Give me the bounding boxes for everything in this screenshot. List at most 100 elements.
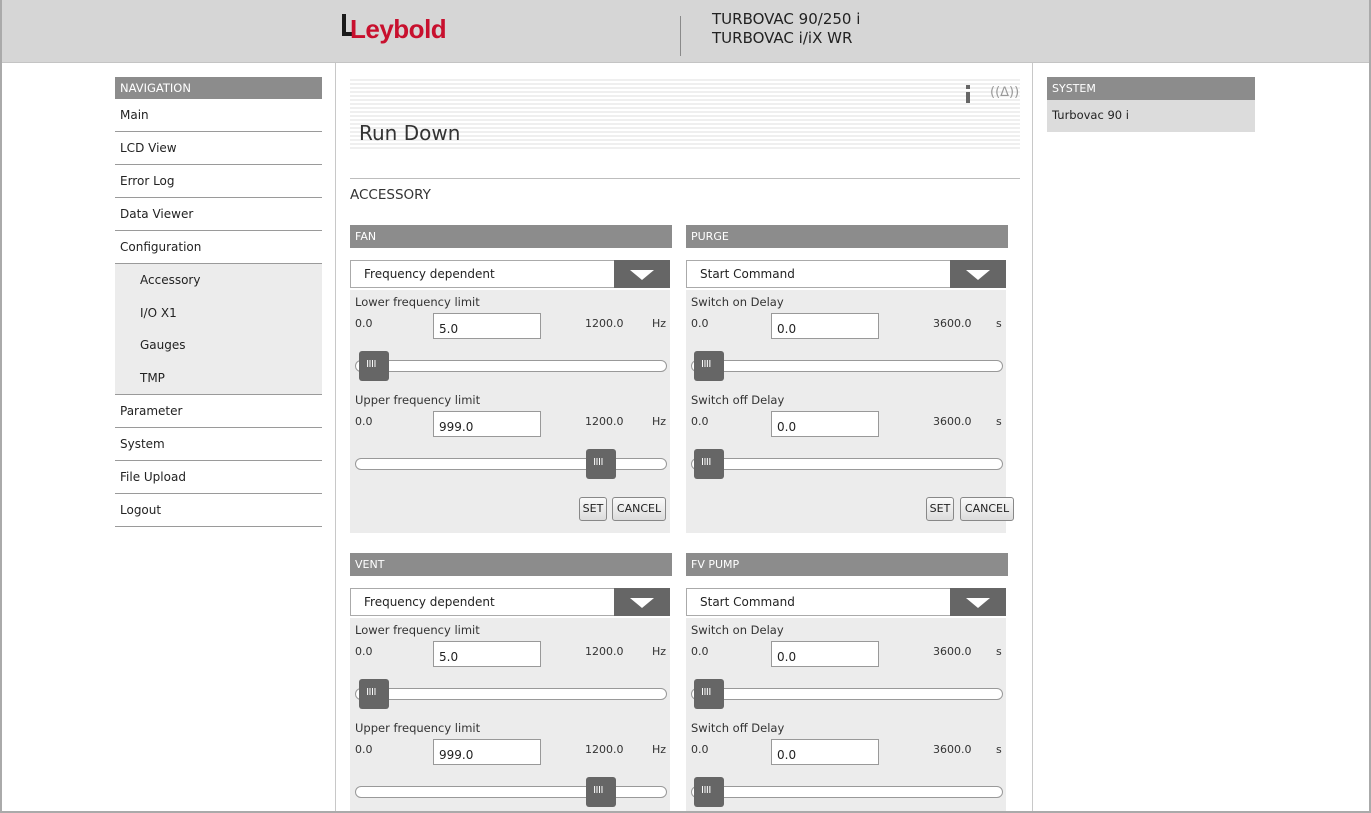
purge-off-delay-slider[interactable] bbox=[691, 449, 1003, 479]
configuration-submenu: Accessory I/O X1 Gauges TMP bbox=[115, 264, 322, 395]
fv-pump-panel-heading: FV PUMP bbox=[686, 553, 1008, 576]
nav-item-logout[interactable]: Logout bbox=[115, 494, 322, 527]
purge-off-delay-min: 0.0 bbox=[691, 415, 709, 428]
nav-item-parameter[interactable]: Parameter bbox=[115, 395, 322, 428]
nav-subitem-accessory[interactable]: Accessory bbox=[115, 264, 322, 297]
title-banner: ((ᐃ)) Run Down bbox=[350, 77, 1020, 151]
nav-item-system[interactable]: System bbox=[115, 428, 322, 461]
product-line-1: TURBOVAC 90/250 i bbox=[712, 10, 861, 28]
nav-subitem-gauges[interactable]: Gauges bbox=[115, 329, 322, 362]
purge-mode-select[interactable]: Start Command bbox=[686, 260, 1006, 288]
nav-item-lcd-view[interactable]: LCD View bbox=[115, 132, 322, 165]
fv-pump-on-delay-unit: s bbox=[996, 645, 1002, 658]
vent-lower-max: 1200.0 bbox=[585, 645, 624, 658]
fan-cancel-button[interactable]: CANCEL bbox=[612, 497, 666, 521]
vent-lower-input[interactable]: 5.0 bbox=[433, 641, 541, 667]
purge-off-delay-slider-handle[interactable] bbox=[694, 449, 724, 479]
fv-pump-mode-select[interactable]: Start Command bbox=[686, 588, 1006, 616]
chevron-down-icon[interactable] bbox=[614, 260, 670, 288]
fan-upper-input[interactable]: 999.0 bbox=[433, 411, 541, 437]
info-icon-dot bbox=[966, 85, 970, 89]
purge-off-delay-input[interactable]: 0.0 bbox=[771, 411, 879, 437]
vent-lower-slider-handle[interactable] bbox=[359, 679, 390, 709]
vent-mode-select[interactable]: Frequency dependent bbox=[350, 588, 670, 616]
fan-panel: FAN Frequency dependent Lower frequency … bbox=[350, 225, 672, 535]
fan-lower-max: 1200.0 bbox=[585, 317, 624, 330]
vent-panel-body: Lower frequency limit 0.0 5.0 1200.0 Hz … bbox=[350, 618, 670, 811]
fv-pump-off-delay-min: 0.0 bbox=[691, 743, 709, 756]
fv-pump-on-delay-min: 0.0 bbox=[691, 645, 709, 658]
purge-on-delay-input[interactable]: 0.0 bbox=[771, 313, 879, 339]
fan-upper-min: 0.0 bbox=[355, 415, 373, 428]
purge-off-delay-unit: s bbox=[996, 415, 1002, 428]
vent-panel: VENT Frequency dependent Lower frequency… bbox=[350, 553, 672, 811]
fan-lower-slider[interactable] bbox=[355, 351, 667, 381]
page-title: Run Down bbox=[359, 121, 461, 145]
purge-set-button[interactable]: SET bbox=[926, 497, 954, 521]
fan-lower-min: 0.0 bbox=[355, 317, 373, 330]
fan-lower-input[interactable]: 5.0 bbox=[433, 313, 541, 339]
fan-upper-slider[interactable] bbox=[355, 449, 667, 479]
title-divider bbox=[350, 178, 1020, 179]
nav-item-error-log[interactable]: Error Log bbox=[115, 165, 322, 198]
main-content: ((ᐃ)) Run Down ACCESSORY FAN Frequency d… bbox=[350, 63, 1020, 811]
purge-on-delay-slider-handle[interactable] bbox=[694, 351, 724, 381]
fan-mode-select[interactable]: Frequency dependent bbox=[350, 260, 670, 288]
fan-upper-unit: Hz bbox=[652, 415, 667, 428]
vent-upper-slider-handle[interactable] bbox=[586, 777, 617, 807]
fan-upper-label: Upper frequency limit bbox=[355, 393, 481, 407]
fv-pump-off-delay-slider[interactable] bbox=[691, 777, 1003, 807]
right-column-divider bbox=[1032, 63, 1033, 811]
fv-pump-off-delay-max: 3600.0 bbox=[933, 743, 972, 756]
fan-upper-max: 1200.0 bbox=[585, 415, 624, 428]
purge-on-delay-unit: s bbox=[996, 317, 1002, 330]
header-bar: Leybold TURBOVAC 90/250 i TURBOVAC i/iX … bbox=[2, 0, 1369, 63]
fv-pump-on-delay-slider-handle[interactable] bbox=[694, 679, 724, 709]
fv-pump-on-delay-max: 3600.0 bbox=[933, 645, 972, 658]
chevron-down-icon[interactable] bbox=[950, 588, 1006, 616]
purge-on-delay-slider[interactable] bbox=[691, 351, 1003, 381]
vent-upper-max: 1200.0 bbox=[585, 743, 624, 756]
fan-lower-unit: Hz bbox=[652, 317, 667, 330]
fv-pump-on-delay-input[interactable]: 0.0 bbox=[771, 641, 879, 667]
fv-pump-on-delay-slider[interactable] bbox=[691, 679, 1003, 709]
fv-pump-panel-body: Switch on Delay 0.0 0.0 3600.0 s Switch … bbox=[686, 618, 1006, 811]
nav-item-main[interactable]: Main bbox=[115, 99, 322, 132]
header-divider bbox=[680, 16, 681, 56]
system-device-item[interactable]: Turbovac 90 i bbox=[1047, 100, 1255, 132]
fv-pump-off-delay-unit: s bbox=[996, 743, 1002, 756]
vent-upper-slider[interactable] bbox=[355, 777, 667, 807]
chevron-down-icon[interactable] bbox=[950, 260, 1006, 288]
info-icon[interactable] bbox=[963, 85, 973, 105]
vent-lower-unit: Hz bbox=[652, 645, 667, 658]
fv-pump-off-delay-slider-handle[interactable] bbox=[694, 777, 724, 807]
chevron-down-icon[interactable] bbox=[614, 588, 670, 616]
nav-item-configuration[interactable]: Configuration bbox=[115, 231, 322, 264]
product-name: TURBOVAC 90/250 i TURBOVAC i/iX WR bbox=[712, 10, 860, 48]
section-title: ACCESSORY bbox=[350, 187, 431, 203]
vent-upper-input[interactable]: 999.0 bbox=[433, 739, 541, 765]
nav-subitem-io-x1[interactable]: I/O X1 bbox=[115, 297, 322, 330]
system-panel-heading: SYSTEM bbox=[1047, 77, 1255, 100]
fan-lower-slider-handle[interactable] bbox=[359, 351, 390, 381]
fv-pump-off-delay-label: Switch off Delay bbox=[691, 721, 785, 735]
fv-pump-off-delay-input[interactable]: 0.0 bbox=[771, 739, 879, 765]
purge-off-delay-max: 3600.0 bbox=[933, 415, 972, 428]
fv-pump-panel: FV PUMP Start Command Switch on Delay 0.… bbox=[686, 553, 1008, 811]
purge-on-delay-max: 3600.0 bbox=[933, 317, 972, 330]
fan-panel-body: Lower frequency limit 0.0 5.0 1200.0 Hz … bbox=[350, 290, 670, 533]
vent-lower-label: Lower frequency limit bbox=[355, 623, 480, 637]
navigation-heading: NAVIGATION bbox=[115, 77, 322, 99]
nav-item-file-upload[interactable]: File Upload bbox=[115, 461, 322, 494]
purge-on-delay-min: 0.0 bbox=[691, 317, 709, 330]
navigation-column: NAVIGATION Main LCD View Error Log Data … bbox=[2, 63, 336, 811]
purge-cancel-button[interactable]: CANCEL bbox=[960, 497, 1014, 521]
fan-set-button[interactable]: SET bbox=[579, 497, 607, 521]
vent-lower-slider[interactable] bbox=[355, 679, 667, 709]
fan-upper-slider-handle[interactable] bbox=[586, 449, 617, 479]
nav-subitem-tmp[interactable]: TMP bbox=[115, 362, 322, 395]
vent-upper-label: Upper frequency limit bbox=[355, 721, 481, 735]
signal-icon[interactable]: ((ᐃ)) bbox=[990, 85, 1019, 100]
nav-item-data-viewer[interactable]: Data Viewer bbox=[115, 198, 322, 231]
app-frame: Leybold TURBOVAC 90/250 i TURBOVAC i/iX … bbox=[0, 0, 1371, 813]
